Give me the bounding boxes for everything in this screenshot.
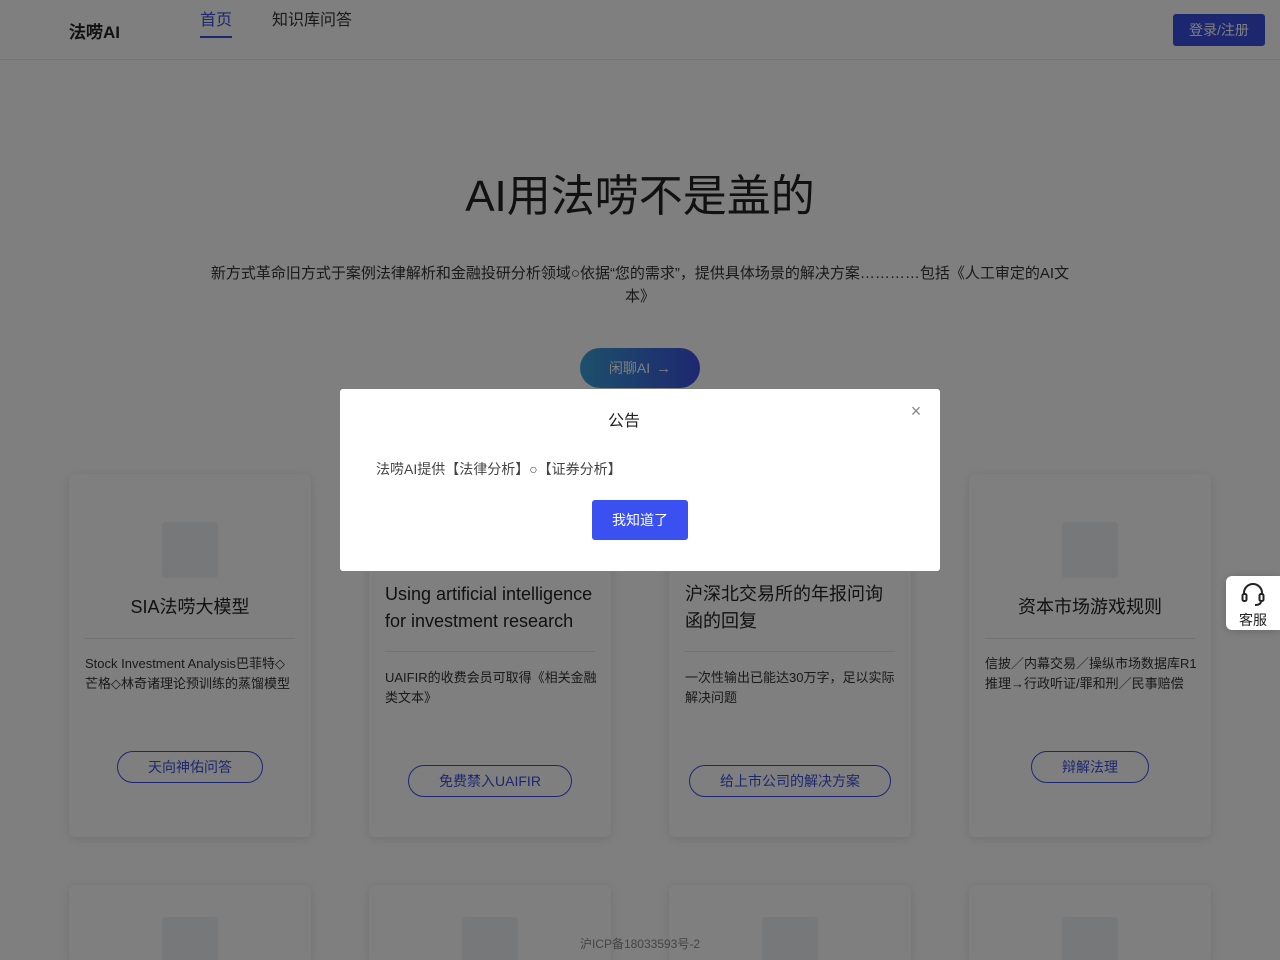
customer-service-button[interactable]: 客服	[1226, 576, 1280, 630]
confirm-button[interactable]: 我知道了	[592, 500, 688, 540]
modal-body: 法唠AI提供【法律分析】○【证券分析】	[376, 461, 622, 477]
customer-service-label: 客服	[1239, 612, 1267, 628]
close-icon[interactable]: ×	[906, 401, 926, 421]
headset-icon	[1241, 583, 1265, 606]
announcement-modal: 公告 × 法唠AI提供【法律分析】○【证券分析】 我知道了	[340, 389, 940, 571]
modal-title: 公告	[607, 413, 640, 430]
